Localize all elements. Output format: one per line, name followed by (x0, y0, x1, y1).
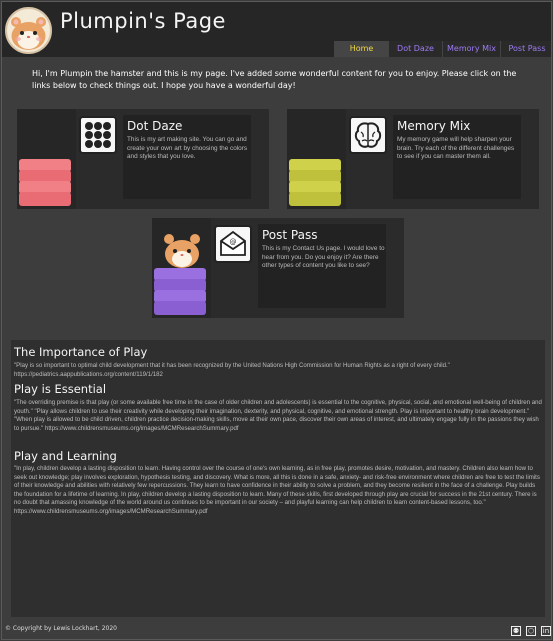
card-title[interactable]: Dot Daze (127, 119, 182, 133)
hamster-face-icon (11, 17, 46, 50)
card-description: This is my art making site. You can go a… (127, 136, 248, 161)
site-header: Plumpin's Page Home Dot Daze Memory Mix … (2, 2, 551, 57)
yellow-stack-visual (287, 109, 346, 209)
stack-layer (19, 192, 71, 206)
linkedin-glyph: in (542, 627, 550, 635)
card-description: My memory game will help sharpen your br… (397, 136, 515, 161)
card-body: Post Pass This is my Contact Us page. I … (258, 224, 386, 308)
linkedin-icon[interactable]: in (541, 626, 551, 636)
card-memory-mix[interactable]: Memory Mix My memory game will help shar… (287, 109, 539, 209)
svg-text:@: @ (230, 238, 237, 246)
footer-copyright: © Copyright by Lewis Lockhart, 2020 (5, 625, 117, 632)
github-glyph: ⚉ (512, 627, 520, 635)
section-heading: The Importance of Play (14, 345, 148, 359)
page-frame: Plumpin's Page Home Dot Daze Memory Mix … (1, 1, 552, 640)
main-nav: Home Dot Daze Memory Mix Post Pass (334, 41, 551, 57)
stack-layer (154, 301, 206, 315)
section-text: "Play is so important to optimal child d… (14, 362, 450, 378)
stack-layer (289, 192, 341, 206)
envelope-icon: @ (214, 225, 252, 263)
github-icon[interactable]: ⚉ (511, 626, 521, 636)
codepen-glyph: ⬡ (527, 627, 535, 635)
nav-dot-daze[interactable]: Dot Daze (388, 41, 442, 57)
card-post-pass[interactable]: @ Post Pass This is my Contact Us page. … (152, 218, 404, 318)
codepen-icon[interactable]: ⬡ (526, 626, 536, 636)
intro-text: Hi, I'm Plumpin the hamster and this is … (32, 69, 517, 90)
dots-grid-icon (79, 116, 117, 154)
section-heading: Play and Learning (14, 449, 117, 463)
section-text: "The overriding premise is that play (or… (14, 399, 542, 432)
nav-memory-mix[interactable]: Memory Mix (442, 41, 500, 57)
card-title[interactable]: Post Pass (262, 228, 317, 242)
site-title: Plumpin's Page (60, 9, 226, 33)
card-description: This is my Contact Us page. I would love… (262, 245, 385, 270)
card-title[interactable]: Memory Mix (397, 119, 470, 133)
pink-stack-visual (17, 109, 76, 209)
article-section: The Importance of Play "Play is so impor… (11, 340, 545, 617)
hamster-logo[interactable] (5, 7, 52, 54)
hamster-peek-icon (164, 234, 200, 268)
section-heading: Play is Essential (14, 382, 107, 396)
card-dot-daze[interactable]: Dot Daze This is my art making site. You… (17, 109, 269, 209)
nav-post-pass[interactable]: Post Pass (500, 41, 551, 57)
nav-home[interactable]: Home (334, 41, 388, 57)
purple-stack-visual (152, 218, 211, 318)
brain-icon (349, 116, 387, 154)
card-body: Memory Mix My memory game will help shar… (393, 115, 521, 199)
card-body: Dot Daze This is my art making site. You… (123, 115, 251, 199)
section-text: "In play, children develop a lasting dis… (14, 465, 540, 515)
